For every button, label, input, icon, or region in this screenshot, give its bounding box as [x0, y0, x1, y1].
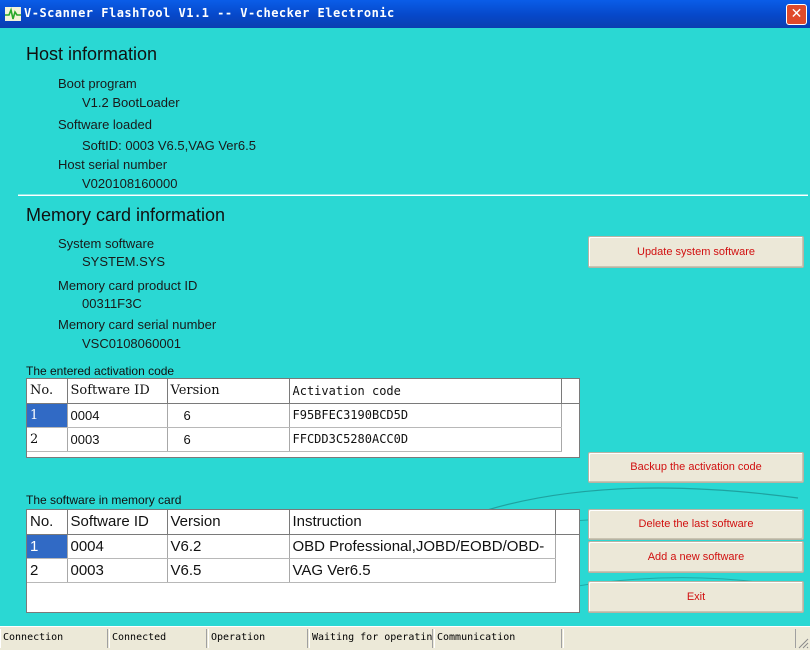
- boot-program-label: Boot program: [58, 76, 137, 91]
- version-cell[interactable]: V6.5: [167, 558, 290, 583]
- table-row[interactable]: 2 0003 6 FFCDD3C5280ACC0D: [27, 427, 579, 452]
- status-connection-label: Connection: [0, 629, 108, 648]
- system-software-value: SYSTEM.SYS: [82, 254, 166, 269]
- software-loaded-value: SoftID: 0003 V6.5,VAG Ver6.5: [82, 138, 256, 153]
- add-new-software-button[interactable]: Add a new software: [588, 541, 804, 573]
- status-operation-label: Operation: [208, 629, 308, 648]
- column-header-filler: [555, 510, 579, 535]
- software-table-caption: The software in memory card: [26, 493, 182, 507]
- card-serial-label: Memory card serial number: [58, 317, 217, 332]
- software-id-cell[interactable]: 0004: [67, 534, 168, 559]
- status-communication-value: [563, 629, 796, 648]
- row-number-cell[interactable]: 1: [27, 403, 68, 428]
- status-operation-value: Waiting for operating...: [309, 629, 433, 648]
- column-header-filler: [561, 379, 579, 404]
- column-header-no[interactable]: No.: [27, 510, 68, 535]
- column-header-version[interactable]: Version: [167, 379, 290, 404]
- host-info-heading: Host information: [26, 44, 158, 64]
- backup-activation-code-button[interactable]: Backup the activation code: [588, 452, 804, 483]
- instruction-cell[interactable]: OBD Professional,JOBD/EOBD/OBD-: [289, 534, 556, 559]
- activation-code-cell[interactable]: F95BFEC3190BCD5D: [289, 403, 562, 428]
- instruction-cell[interactable]: VAG Ver6.5: [289, 558, 556, 583]
- status-connection-value: Connected: [109, 629, 207, 648]
- column-header-activation-code[interactable]: Activation code: [289, 379, 562, 404]
- update-system-software-button[interactable]: Update system software: [588, 236, 804, 268]
- version-cell[interactable]: 6: [167, 403, 290, 428]
- card-serial-value: VSC0108060001: [82, 336, 182, 351]
- exit-button[interactable]: Exit: [588, 581, 804, 613]
- delete-last-software-button[interactable]: Delete the last software: [588, 509, 804, 540]
- software-loaded-label: Software loaded: [58, 117, 152, 132]
- activation-code-table[interactable]: No. Software ID Version Activation code …: [26, 378, 580, 458]
- activation-table-caption: The entered activation code: [26, 364, 175, 378]
- activation-code-cell[interactable]: FFCDD3C5280ACC0D: [289, 427, 562, 452]
- filler-cell: [555, 558, 579, 582]
- version-cell[interactable]: V6.2: [167, 534, 290, 559]
- table-header-row: No. Software ID Version Activation code: [27, 379, 579, 404]
- software-id-cell[interactable]: 0004: [67, 403, 168, 428]
- system-software-label: System software: [58, 236, 155, 251]
- version-cell[interactable]: 6: [167, 427, 290, 452]
- host-serial-label: Host serial number: [58, 157, 168, 172]
- column-header-software-id[interactable]: Software ID: [67, 379, 168, 404]
- column-header-version[interactable]: Version: [167, 510, 290, 535]
- close-button[interactable]: ✕: [786, 4, 807, 25]
- status-communication-label: Communication: [434, 629, 562, 648]
- row-number-cell[interactable]: 1: [27, 534, 68, 559]
- table-row[interactable]: 1 0004 6 F95BFEC3190BCD5D: [27, 403, 579, 428]
- software-id-cell[interactable]: 0003: [67, 427, 168, 452]
- memory-software-table[interactable]: No. Software ID Version Instruction 1 00…: [26, 509, 580, 613]
- software-id-cell[interactable]: 0003: [67, 558, 168, 583]
- row-number-cell[interactable]: 2: [27, 427, 68, 452]
- host-serial-value: V020108160000: [82, 176, 178, 191]
- main-panel: Host information Boot program V1.2 BootL…: [8, 28, 808, 626]
- product-id-label: Memory card product ID: [58, 278, 198, 293]
- column-header-instruction[interactable]: Instruction: [289, 510, 556, 535]
- window-title: V-Scanner FlashTool V1.1 -- V-checker El…: [24, 6, 395, 20]
- resize-grip-icon[interactable]: [797, 637, 809, 649]
- memory-card-heading: Memory card information: [26, 205, 226, 225]
- column-header-no[interactable]: No.: [27, 379, 68, 404]
- section-divider: [18, 194, 808, 196]
- app-icon: [5, 7, 21, 21]
- product-id-value: 00311F3C: [82, 296, 142, 311]
- table-row[interactable]: 2 0003 V6.5 VAG Ver6.5: [27, 558, 579, 583]
- column-header-software-id[interactable]: Software ID: [67, 510, 168, 535]
- boot-program-value: V1.2 BootLoader: [82, 95, 180, 110]
- title-bar[interactable]: V-Scanner FlashTool V1.1 -- V-checker El…: [0, 0, 810, 28]
- filler-cell: [561, 403, 579, 427]
- table-row[interactable]: 1 0004 V6.2 OBD Professional,JOBD/EOBD/O…: [27, 534, 579, 559]
- filler-cell: [555, 534, 579, 558]
- status-bar: Connection Connected Operation Waiting f…: [0, 626, 810, 650]
- filler-cell: [561, 427, 579, 451]
- table-header-row: No. Software ID Version Instruction: [27, 510, 579, 535]
- row-number-cell[interactable]: 2: [27, 558, 68, 583]
